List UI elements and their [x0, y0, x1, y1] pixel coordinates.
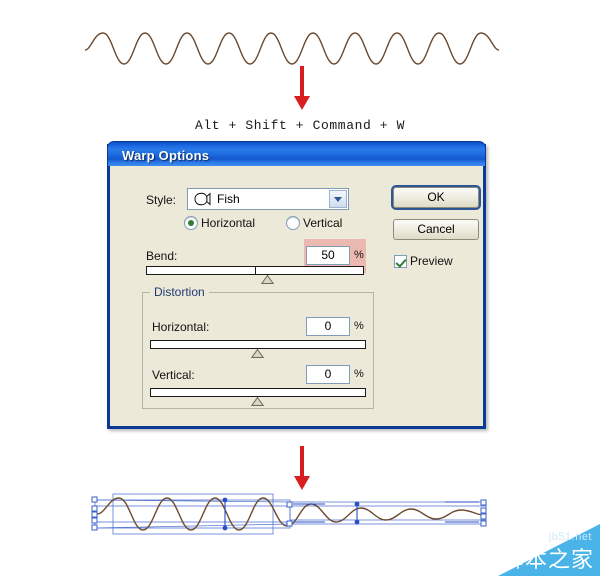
fish-warp-icon: [194, 192, 211, 206]
radio-horizontal-label: Horizontal: [201, 216, 256, 230]
distortion-vertical-input[interactable]: 0: [306, 365, 350, 384]
bend-slider-thumb[interactable]: [261, 275, 274, 284]
style-dropdown[interactable]: Fish: [187, 188, 349, 210]
radio-vertical-indicator: [286, 216, 300, 230]
bend-input[interactable]: 50: [306, 246, 350, 265]
distortion-vertical-slider-track[interactable]: [150, 388, 366, 397]
bend-slider-center-tick: [255, 267, 256, 274]
preview-label: Preview: [410, 254, 453, 268]
red-down-arrow: [294, 66, 310, 110]
original-sine-wave: [85, 32, 500, 65]
radio-horizontal[interactable]: Horizontal: [184, 216, 255, 230]
distortion-horizontal-unit: %: [354, 320, 364, 332]
distortion-legend: Distortion: [150, 285, 209, 299]
style-dropdown-arrow[interactable]: [329, 190, 347, 208]
bend-unit: %: [354, 249, 364, 261]
dialog-title: Warp Options: [122, 148, 210, 163]
radio-vertical[interactable]: Vertical: [286, 216, 342, 230]
distortion-vertical-label: Vertical:: [152, 368, 195, 382]
distortion-horizontal-slider-track[interactable]: [150, 340, 366, 349]
bend-label: Bend:: [146, 249, 178, 263]
bend-slider-track[interactable]: [146, 266, 364, 275]
watermark-url: jb51.net: [548, 531, 592, 543]
radio-horizontal-indicator: [184, 216, 198, 230]
distortion-horizontal-label: Horizontal:: [152, 320, 210, 334]
ok-button[interactable]: OK: [391, 185, 481, 210]
preview-checkbox[interactable]: [394, 254, 407, 268]
radio-vertical-label: Vertical: [303, 216, 343, 230]
cancel-button[interactable]: Cancel: [393, 219, 479, 240]
distortion-vertical-slider-thumb[interactable]: [251, 397, 264, 406]
warp-options-dialog: Warp Options Style: Fish Horizontal Vert…: [107, 141, 486, 429]
style-value: Fish: [217, 192, 240, 206]
distortion-horizontal-input[interactable]: 0: [306, 317, 350, 336]
keyboard-shortcut-text: Alt + Shift + Command + W: [194, 118, 406, 133]
warped-fish-wave-selection[interactable]: [85, 492, 505, 554]
chevron-down-icon: [334, 196, 342, 202]
style-label: Style:: [146, 193, 177, 207]
distortion-horizontal-slider-thumb[interactable]: [251, 349, 264, 358]
distortion-vertical-unit: %: [354, 368, 364, 380]
preview-checkbox-row[interactable]: Preview: [394, 254, 453, 268]
red-down-arrow-2: [294, 446, 310, 490]
watermark-site-name: 脚本之家: [501, 548, 594, 573]
